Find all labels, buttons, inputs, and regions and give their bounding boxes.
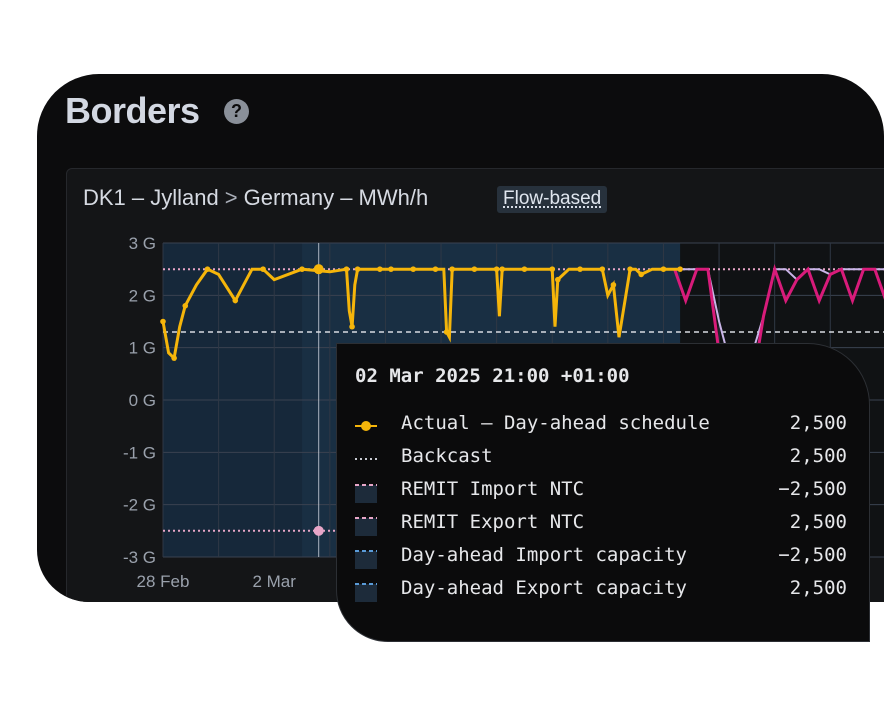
actual-point (260, 266, 266, 272)
actual-point (160, 318, 166, 325)
actual-point (610, 282, 617, 288)
actual-point (549, 266, 556, 272)
y-tick-label: 0 G (129, 391, 156, 410)
actual-point (493, 266, 500, 272)
hover-point-actual (313, 264, 324, 275)
tooltip-timestamp: 02 Mar 2025 21:00 +01:00 (355, 365, 630, 387)
actual-point (449, 266, 455, 272)
y-tick-label: 3 G (129, 234, 156, 253)
tooltip-row-label: Day-ahead Import capacity (401, 544, 687, 566)
hover-point-remit (313, 525, 324, 536)
actual-point (299, 266, 305, 272)
tooltip-row: REMIT Import NTC −2,500 (355, 476, 847, 506)
legend-swatch-icon (355, 448, 377, 470)
y-tick-label: -2 G (123, 496, 156, 515)
y-tick-label: 1 G (129, 339, 156, 358)
actual-point (499, 266, 505, 272)
tooltip-row: Backcast 2,500 (355, 443, 847, 473)
legend-swatch-icon (355, 580, 377, 602)
tooltip-row-label: REMIT Export NTC (401, 511, 585, 533)
y-tick-label: 2 G (129, 286, 156, 305)
actual-point (410, 266, 417, 272)
actual-point (388, 266, 394, 272)
x-tick-label: 2 Mar (252, 572, 296, 591)
tooltip-row: Day-ahead Import capacity −2,500 (355, 542, 847, 572)
actual-point (343, 266, 350, 272)
actual-point (204, 266, 211, 272)
actual-point (677, 266, 683, 272)
actual-point (638, 271, 645, 278)
legend-swatch-icon (355, 481, 377, 503)
page-title: Borders (65, 90, 200, 131)
actual-point (232, 297, 239, 304)
chart-tooltip: 02 Mar 2025 21:00 +01:00 Actual – Day-ah… (336, 343, 870, 642)
actual-point (349, 323, 355, 330)
tooltip-row-label: Actual – Day-ahead schedule (401, 412, 710, 434)
actual-point (471, 266, 478, 272)
tooltip-row-label: Backcast (401, 445, 493, 467)
actual-point (171, 355, 177, 361)
tooltip-row-label: Day-ahead Export capacity (401, 577, 687, 599)
actual-point (521, 266, 528, 272)
legend-swatch-icon (355, 514, 377, 536)
legend-swatch-icon (355, 415, 377, 437)
tooltip-row-value: 2,500 (789, 511, 847, 533)
tooltip-row-value: 2,500 (789, 412, 847, 434)
y-tick-label: -3 G (123, 548, 156, 567)
x-tick-label: 28 Feb (137, 572, 190, 591)
tooltip-row-value: 2,500 (789, 577, 847, 599)
actual-point (555, 276, 561, 283)
actual-point (432, 266, 439, 272)
actual-point (354, 266, 361, 272)
help-icon[interactable]: ? (224, 99, 249, 124)
actual-point (377, 266, 383, 272)
actual-point (660, 266, 667, 272)
actual-point (599, 266, 606, 272)
tooltip-row-value: −2,500 (778, 478, 847, 500)
tooltip-row: REMIT Export NTC 2,500 (355, 509, 847, 539)
actual-point (443, 329, 450, 335)
actual-point (627, 266, 633, 272)
legend-swatch-icon (355, 547, 377, 569)
actual-point (182, 303, 189, 309)
tooltip-row-value: −2,500 (778, 544, 847, 566)
tooltip-row: Day-ahead Export capacity 2,500 (355, 575, 847, 605)
tooltip-row-label: REMIT Import NTC (401, 478, 585, 500)
tooltip-row: Actual – Day-ahead schedule 2,500 (355, 410, 847, 440)
y-tick-label: -1 G (123, 443, 156, 462)
actual-point (577, 266, 583, 272)
tooltip-row-value: 2,500 (789, 445, 847, 467)
